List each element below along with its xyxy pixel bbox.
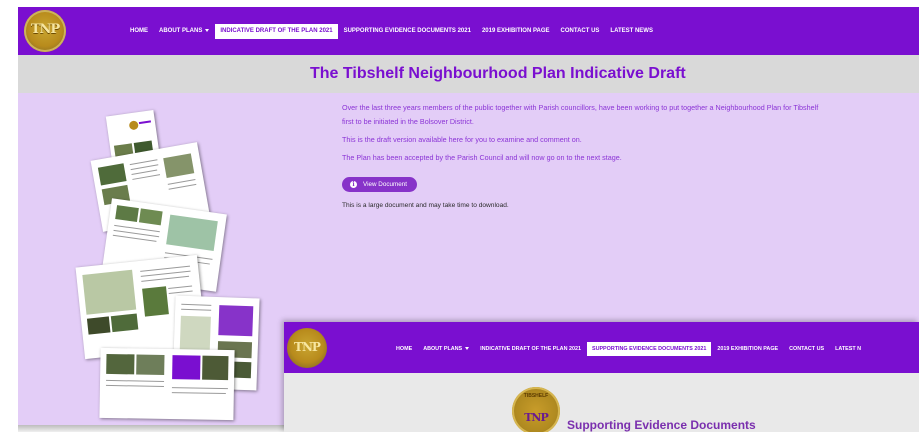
nav-about-plans[interactable]: ABOUT PLANS [154, 24, 214, 39]
nav-contact-us[interactable]: CONTACT US [556, 24, 605, 39]
view-document-button[interactable]: i View Document [342, 177, 417, 192]
nav-about-plans-label: ABOUT PLANS [159, 28, 203, 34]
intro-content: Over the last three years members of the… [342, 102, 919, 218]
info-icon: i [350, 181, 357, 188]
nav2-indicative-draft[interactable]: INDICATIVE DRAFT OF THE PLAN 2021 [475, 342, 586, 356]
seal-ring-text: TIBSHELF [523, 393, 549, 399]
secondary-logo-text: TNP [294, 340, 321, 354]
nav2-contact-us[interactable]: CONTACT US [784, 342, 829, 356]
logo-text: TNP [30, 22, 60, 37]
tibshelf-seal-logo: TIBSHELF TNP [512, 387, 560, 432]
chevron-down-icon [465, 347, 470, 351]
page-title: The Tibshelf Neighbourhood Plan Indicati… [310, 65, 686, 82]
secondary-tnp-logo[interactable]: TNP [287, 328, 327, 368]
nav-2019-exhibition[interactable]: 2019 EXHIBITION PAGE [477, 24, 555, 39]
draft-paragraph: This is the draft version available here… [342, 135, 582, 144]
view-document-label: View Document [363, 181, 407, 188]
accepted-paragraph: The Plan has been accepted by the Parish… [342, 153, 622, 162]
nav2-2019-exhibition[interactable]: 2019 EXHIBITION PAGE [712, 342, 783, 356]
window-bottom-edge [18, 425, 284, 432]
nav2-latest-news[interactable]: LATEST N [830, 342, 866, 356]
nav-indicative-draft[interactable]: INDICATIVE DRAFT OF THE PLAN 2021 [215, 24, 338, 39]
intro-paragraph-line-2: first to be initiated in the Bolsover Di… [342, 117, 474, 126]
nav2-about-plans-label: ABOUT PLANS [423, 346, 463, 352]
nav-latest-news[interactable]: LATEST NEWS [605, 24, 658, 39]
nav2-about-plans[interactable]: ABOUT PLANS [418, 342, 474, 356]
collage-page-6 [99, 347, 235, 421]
nav-supporting-evidence[interactable]: SUPPORTING EVIDENCE DOCUMENTS 2021 [339, 24, 476, 39]
download-note: This is a large document and may take ti… [342, 202, 509, 209]
chevron-down-icon [205, 28, 210, 32]
main-menu: HOME ABOUT PLANS INDICATIVE DRAFT OF THE… [125, 24, 659, 39]
nav2-supporting-evidence[interactable]: SUPPORTING EVIDENCE DOCUMENTS 2021 [586, 342, 712, 356]
supporting-evidence-window: TNP HOME ABOUT PLANS INDICATIVE DRAFT OF… [284, 322, 919, 432]
title-band: The Tibshelf Neighbourhood Plan Indicati… [18, 55, 919, 93]
nav2-home[interactable]: HOME [391, 342, 417, 356]
tnp-logo[interactable]: TNP [24, 10, 66, 52]
supporting-evidence-heading: Supporting Evidence Documents [567, 418, 756, 432]
intro-paragraph-line-1: Over the last three years members of the… [342, 103, 819, 112]
secondary-navigation-bar: TNP HOME ABOUT PLANS INDICATIVE DRAFT OF… [284, 322, 919, 373]
nav-home[interactable]: HOME [125, 24, 153, 39]
secondary-menu: HOME ABOUT PLANS INDICATIVE DRAFT OF THE… [391, 342, 867, 356]
seal-text: TNP [524, 411, 549, 424]
top-navigation-bar: TNP HOME ABOUT PLANS INDICATIVE DRAFT OF… [18, 7, 919, 55]
document-collage-image [70, 109, 280, 421]
